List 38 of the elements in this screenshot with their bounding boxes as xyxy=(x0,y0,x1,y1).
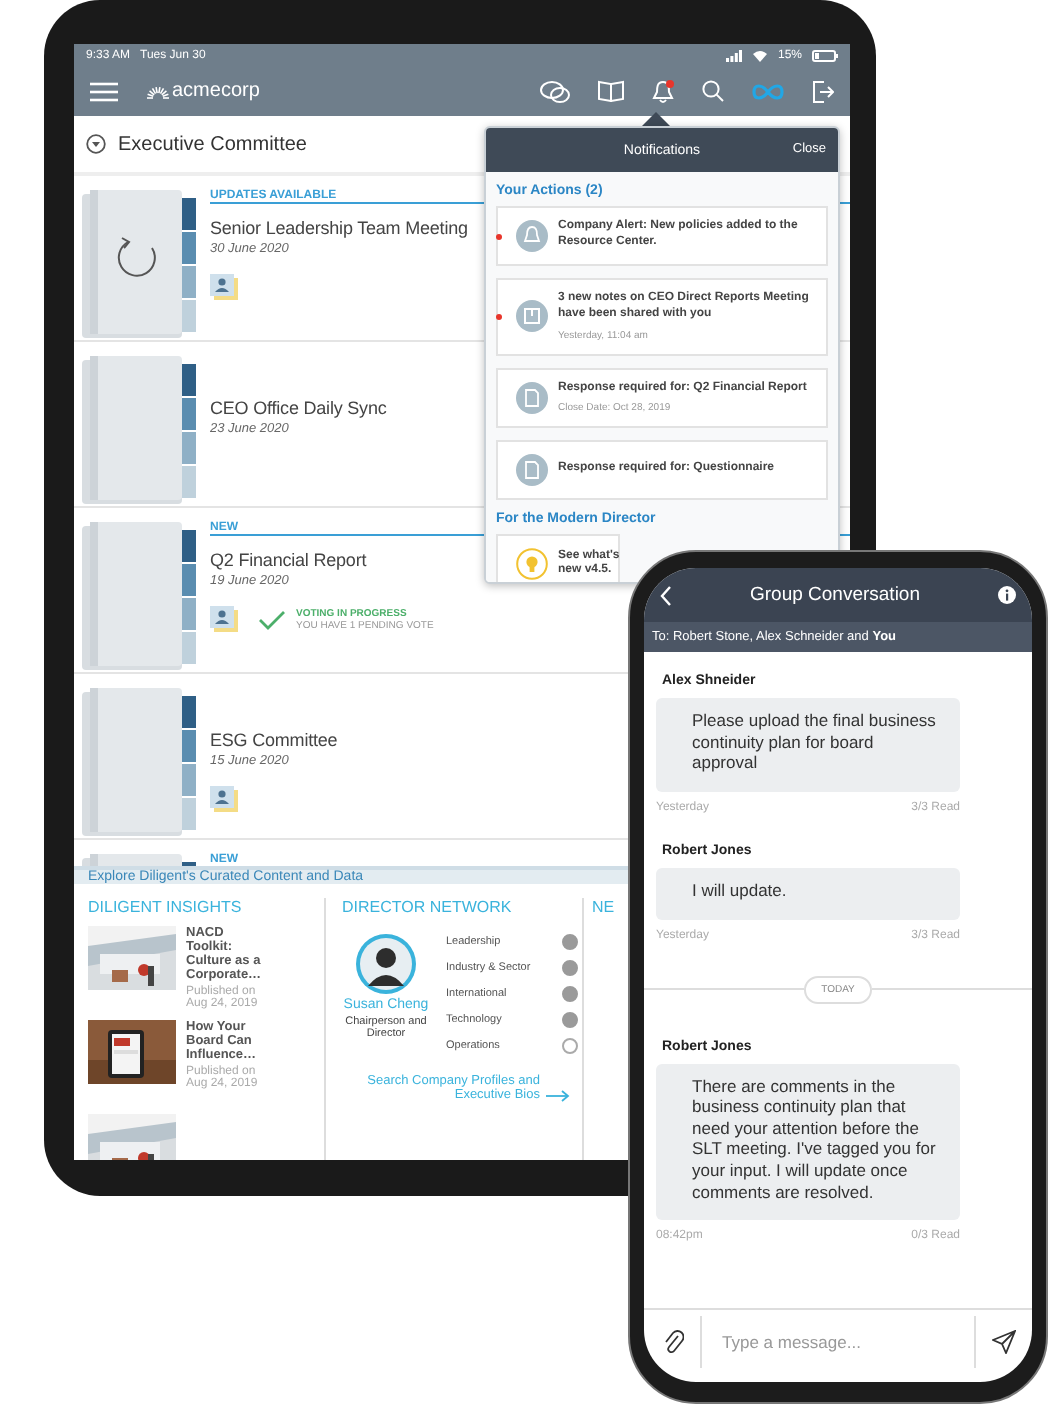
user-icon[interactable] xyxy=(210,274,238,300)
menu-icon[interactable] xyxy=(90,81,118,101)
paperclip-icon[interactable] xyxy=(664,1330,684,1354)
section-heading: DILIGENT INSIGHTS xyxy=(88,898,242,916)
user-icon[interactable] xyxy=(210,786,238,812)
section-heading: DIRECTOR NETWORK xyxy=(342,898,512,916)
wifi-icon xyxy=(751,49,768,61)
dropdown-icon[interactable] xyxy=(86,134,106,154)
document-icon xyxy=(516,381,548,414)
avatar-icon xyxy=(356,934,416,994)
committee-title: Executive Committee xyxy=(118,133,307,155)
message-field[interactable]: Type a message... xyxy=(700,1316,976,1368)
send-icon[interactable] xyxy=(992,1330,1016,1354)
conversation-title: Group Conversation xyxy=(747,584,923,606)
meeting-title[interactable]: ESG Committee xyxy=(210,730,338,750)
meeting-title[interactable]: Q2 Financial Report xyxy=(210,550,367,570)
meeting-title[interactable]: CEO Office Daily Sync xyxy=(210,398,387,418)
back-icon[interactable] xyxy=(660,585,672,605)
battery-icon xyxy=(812,49,838,61)
section-heading: NE xyxy=(592,898,615,916)
user-icon[interactable] xyxy=(210,606,238,632)
message-bubble: Please upload the final business continuity plan for board approval xyxy=(656,698,960,792)
check-icon xyxy=(258,609,286,629)
notepad-icon xyxy=(516,300,548,333)
document-icon xyxy=(516,454,548,487)
sunburst-icon xyxy=(146,81,170,101)
exit-icon[interactable] xyxy=(812,79,834,103)
info-icon[interactable] xyxy=(998,586,1016,604)
signal-icon xyxy=(725,49,742,61)
message-bubble: There are comments in the business continuity plan that need your attention before the SLT meeting. I've tagged you for your input. I will update once comments are resolved. xyxy=(656,1063,960,1221)
logo-text: acmecorp xyxy=(172,80,260,102)
bell-icon xyxy=(516,220,548,252)
meeting-title[interactable]: Senior Leadership Team Meeting xyxy=(210,218,468,238)
bell-icon[interactable] xyxy=(652,79,674,103)
search-icon[interactable] xyxy=(702,80,724,102)
book-icon[interactable] xyxy=(598,80,624,102)
message-bubble: I will update. xyxy=(656,867,960,919)
chat-icon[interactable] xyxy=(540,79,570,103)
